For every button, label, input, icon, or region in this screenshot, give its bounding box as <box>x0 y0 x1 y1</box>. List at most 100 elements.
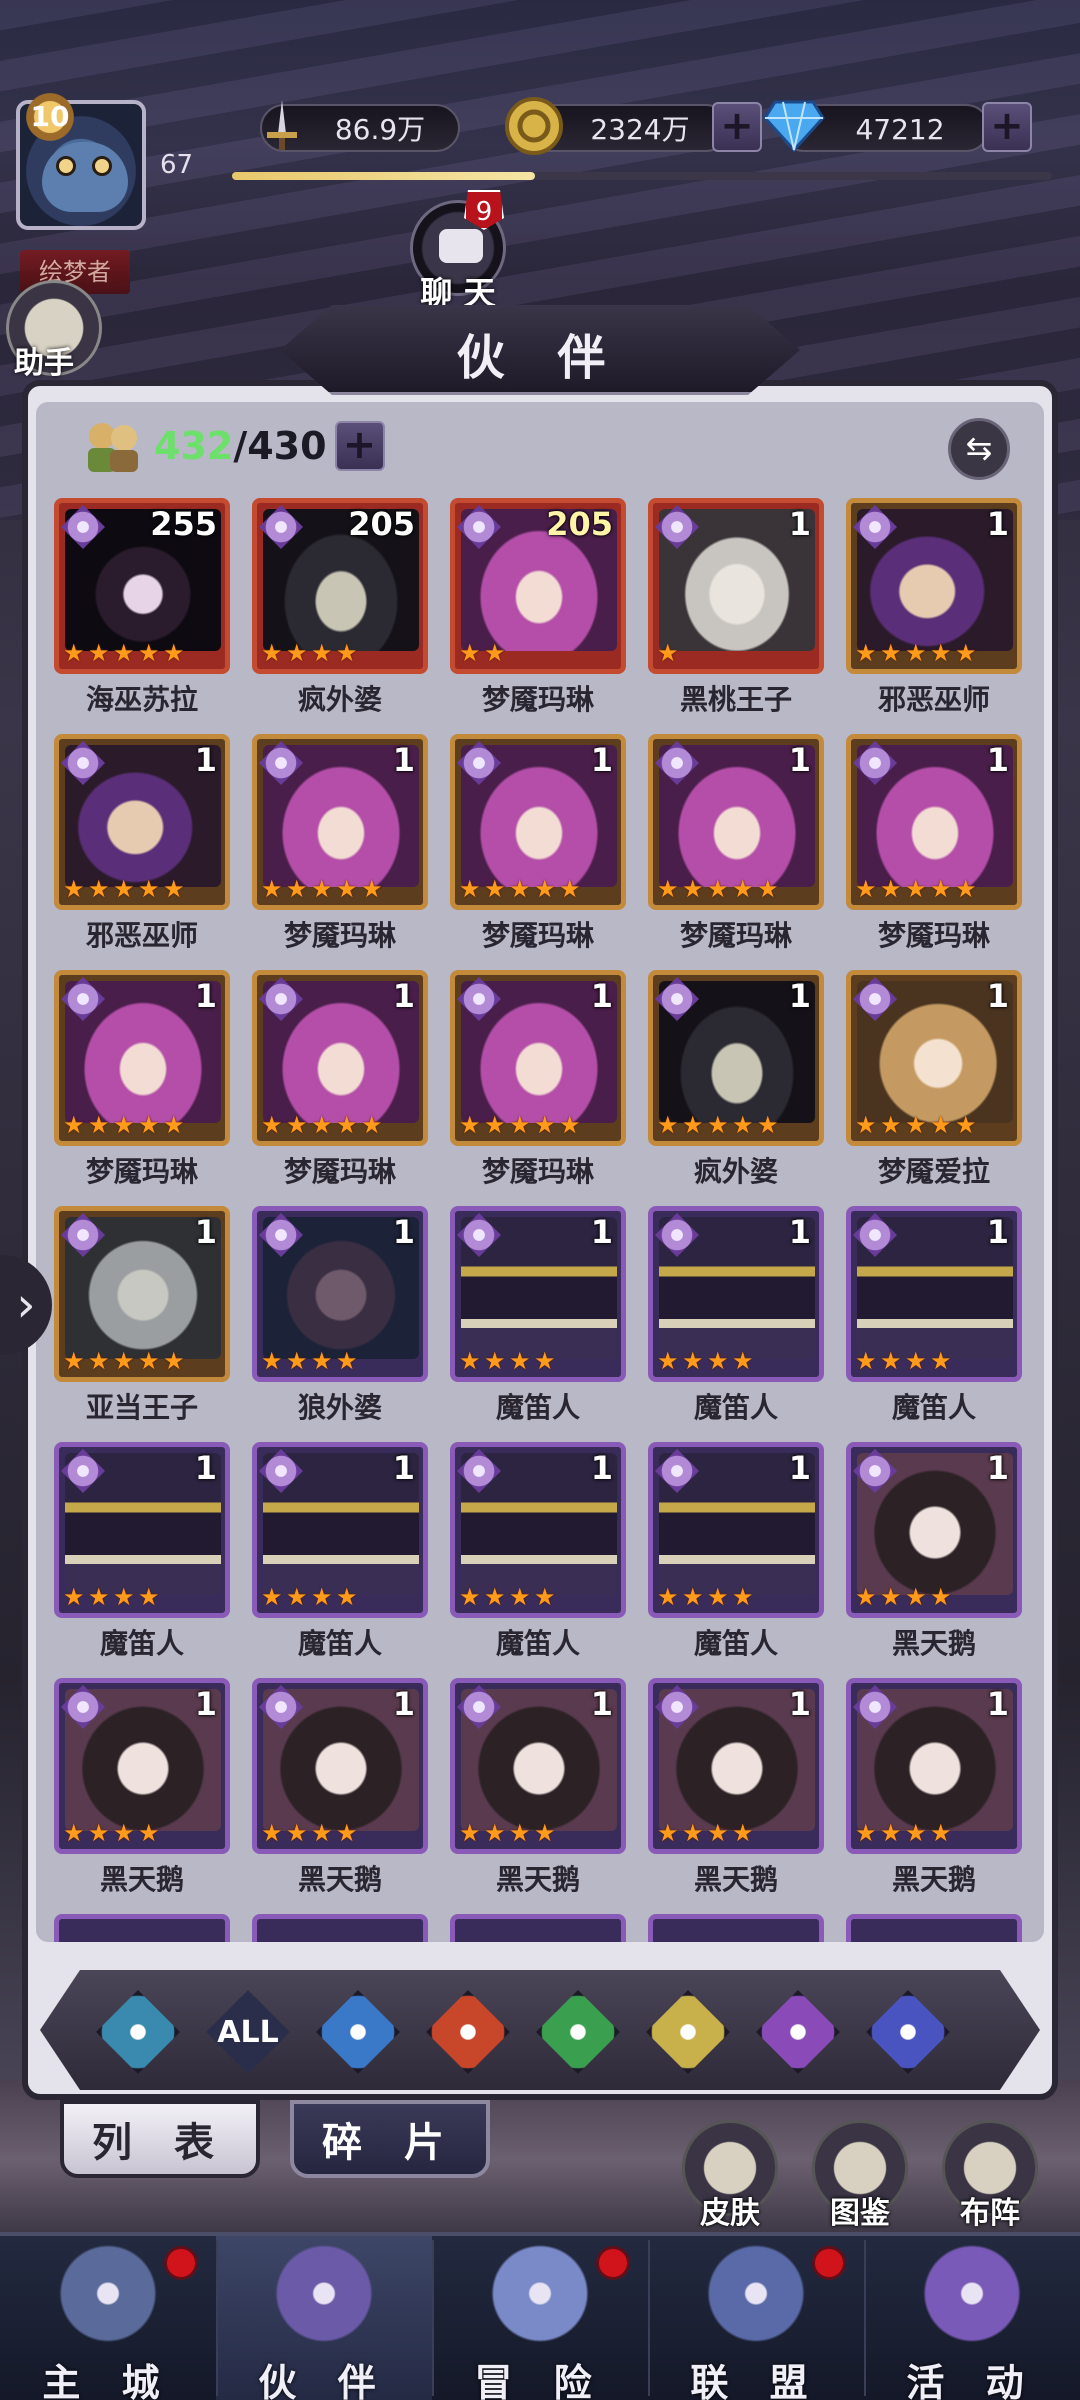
star-icon: ★ <box>905 1347 927 1375</box>
hero-name: 黑天鹅 <box>693 1863 778 1896</box>
star-icon: ★ <box>336 875 358 903</box>
hero-card[interactable]: 1 ★ ★ ★ ★ <box>648 1206 824 1382</box>
tab-fragments[interactable]: 碎 片 <box>290 2100 490 2178</box>
hero-card[interactable]: 1 ★ ★ ★ ★ <box>648 1442 824 1618</box>
hero-card[interactable]: 205 ★ ★ ★ ★ <box>252 498 428 674</box>
hero-card-peek[interactable] <box>846 1914 1022 1942</box>
nav-label: 联 盟 <box>690 2361 822 2400</box>
hero-level: 1 <box>788 1449 811 1487</box>
add-gold-button[interactable]: + <box>712 102 762 152</box>
hero-stars: ★ ★ ★ ★ ★ <box>63 641 188 665</box>
star-icon: ★ <box>905 875 927 903</box>
hero-level: 1 <box>194 1685 217 1723</box>
formation-button[interactable]: 布阵 <box>940 2120 1040 2231</box>
hero-card[interactable]: 1 ★ ★ ★ ★ <box>54 1678 230 1854</box>
hero-card[interactable]: 1 ★ ★ ★ ★ <box>846 1442 1022 1618</box>
hero-card-peek[interactable] <box>450 1914 626 1942</box>
hero-stars: ★ ★ ★ ★ <box>63 1821 163 1845</box>
compass-icon <box>482 2244 598 2354</box>
hero-stars: ★ ★ ★ ★ ★ <box>657 1113 782 1137</box>
hero-level: 1 <box>194 977 217 1015</box>
tab-list[interactable]: 列 表 <box>60 2100 260 2178</box>
star-icon: ★ <box>138 1583 160 1611</box>
star-icon: ★ <box>855 1111 877 1139</box>
star-icon: ★ <box>113 1583 135 1611</box>
codex-button[interactable]: 图鉴 <box>810 2120 910 2231</box>
star-icon: ★ <box>534 1583 556 1611</box>
sort-toggle-button[interactable]: ⇆ <box>948 418 1010 480</box>
hero-name: 魔笛人 <box>693 1627 778 1660</box>
nav-item[interactable]: 联 盟 <box>648 2236 864 2400</box>
hero-stars: ★ ★ ★ ★ <box>855 1821 955 1845</box>
hero-card[interactable]: 1 ★ ★ ★ ★ <box>450 1678 626 1854</box>
hero-level: 1 <box>392 741 415 779</box>
hero-card[interactable]: 1 ★ ★ ★ ★ ★ <box>450 734 626 910</box>
hero-card[interactable]: 1 ★ ★ ★ ★ <box>450 1206 626 1382</box>
nav-item[interactable]: 主 城 <box>0 2236 216 2400</box>
hero-card[interactable]: 1 ★ ★ ★ ★ ★ <box>54 970 230 1146</box>
hero-card[interactable]: 1 ★ ★ ★ ★ ★ <box>252 734 428 910</box>
star-icon: ★ <box>163 875 185 903</box>
star-icon: ★ <box>707 1111 729 1139</box>
hero-level: 1 <box>986 741 1009 779</box>
hero-card[interactable]: 205 ★ ★ <box>450 498 626 674</box>
hero-name: 亚当王子 <box>85 1391 198 1424</box>
nav-item[interactable]: 冒 险 <box>432 2236 648 2400</box>
hero-card[interactable]: 255 ★ ★ ★ ★ ★ <box>54 498 230 674</box>
star-icon: ★ <box>286 875 308 903</box>
hero-stars: ★ ★ ★ ★ ★ <box>855 1113 980 1137</box>
hero-card[interactable]: 1 ★ ★ ★ ★ <box>450 1442 626 1618</box>
skins-button[interactable]: 皮肤 <box>680 2120 780 2231</box>
hero-card[interactable]: 1 ★ ★ ★ ★ <box>252 1442 428 1618</box>
star-icon: ★ <box>955 875 977 903</box>
hero-card[interactable]: 1 ★ ★ ★ ★ <box>252 1678 428 1854</box>
star-icon: ★ <box>361 1111 383 1139</box>
hero-card-peek[interactable] <box>648 1914 824 1942</box>
nav-divider <box>648 2240 650 2396</box>
hero-count-current: 432 <box>154 424 234 468</box>
hero-level: 1 <box>788 977 811 1015</box>
hero-card[interactable]: 1 ★ ★ ★ ★ ★ <box>54 1206 230 1382</box>
hero-card[interactable]: 1 ★ ★ ★ ★ ★ <box>846 970 1022 1146</box>
hero-card-peek[interactable] <box>252 1914 428 1942</box>
hero-stars: ★ ★ ★ ★ <box>261 641 361 665</box>
nav-item[interactable]: 活 动 <box>864 2236 1080 2400</box>
star-icon: ★ <box>63 1819 85 1847</box>
hero-card[interactable]: 1 ★ ★ ★ ★ ★ <box>450 970 626 1146</box>
hero-card[interactable]: 1 ★ ★ ★ ★ ★ <box>54 734 230 910</box>
chat-icon <box>439 229 483 263</box>
hero-card[interactable]: 1 ★ ★ ★ ★ <box>846 1678 1022 1854</box>
hero-stars: ★ ★ ★ ★ ★ <box>855 877 980 901</box>
hero-card[interactable]: 1 ★ ★ ★ ★ <box>54 1442 230 1618</box>
exp-bar <box>232 172 1052 180</box>
hero-card[interactable]: 1 ★ ★ ★ ★ ★ <box>648 734 824 910</box>
hero-name: 魔笛人 <box>891 1391 976 1424</box>
star-icon: ★ <box>732 1347 754 1375</box>
hero-card[interactable]: 1 ★ ★ ★ ★ <box>252 1206 428 1382</box>
star-icon: ★ <box>88 639 110 667</box>
star-icon: ★ <box>534 1819 556 1847</box>
hero-stars: ★ ★ ★ ★ <box>63 1585 163 1609</box>
nav-item[interactable]: 伙 伴 <box>216 2236 432 2400</box>
hero-card[interactable]: 1 ★ ★ ★ ★ ★ <box>648 970 824 1146</box>
hero-level: 1 <box>392 1213 415 1251</box>
star-icon: ★ <box>459 1583 481 1611</box>
hero-card[interactable]: 1 ★ ★ ★ ★ <box>648 1678 824 1854</box>
player-level-badge: 10 <box>20 92 80 142</box>
star-icon: ★ <box>855 639 877 667</box>
expand-capacity-button[interactable]: + <box>334 421 385 471</box>
hero-card[interactable]: 1 ★ ★ ★ ★ ★ <box>846 498 1022 674</box>
add-gems-button[interactable]: + <box>982 102 1032 152</box>
hero-card[interactable]: 1 ★ <box>648 498 824 674</box>
hero-card[interactable]: 1 ★ ★ ★ ★ ★ <box>846 734 1022 910</box>
hero-name: 梦魇爱拉 <box>877 1155 990 1188</box>
star-icon: ★ <box>880 1347 902 1375</box>
star-icon: ★ <box>63 639 85 667</box>
star-icon: ★ <box>88 1347 110 1375</box>
hero-card-peek[interactable] <box>54 1914 230 1942</box>
hero-stars: ★ ★ ★ ★ <box>459 1821 559 1845</box>
hero-card[interactable]: 1 ★ ★ ★ ★ ★ <box>252 970 428 1146</box>
hero-card[interactable]: 1 ★ ★ ★ ★ <box>846 1206 1022 1382</box>
star-icon: ★ <box>484 875 506 903</box>
hero-stars: ★ ★ ★ ★ ★ <box>261 1113 386 1137</box>
